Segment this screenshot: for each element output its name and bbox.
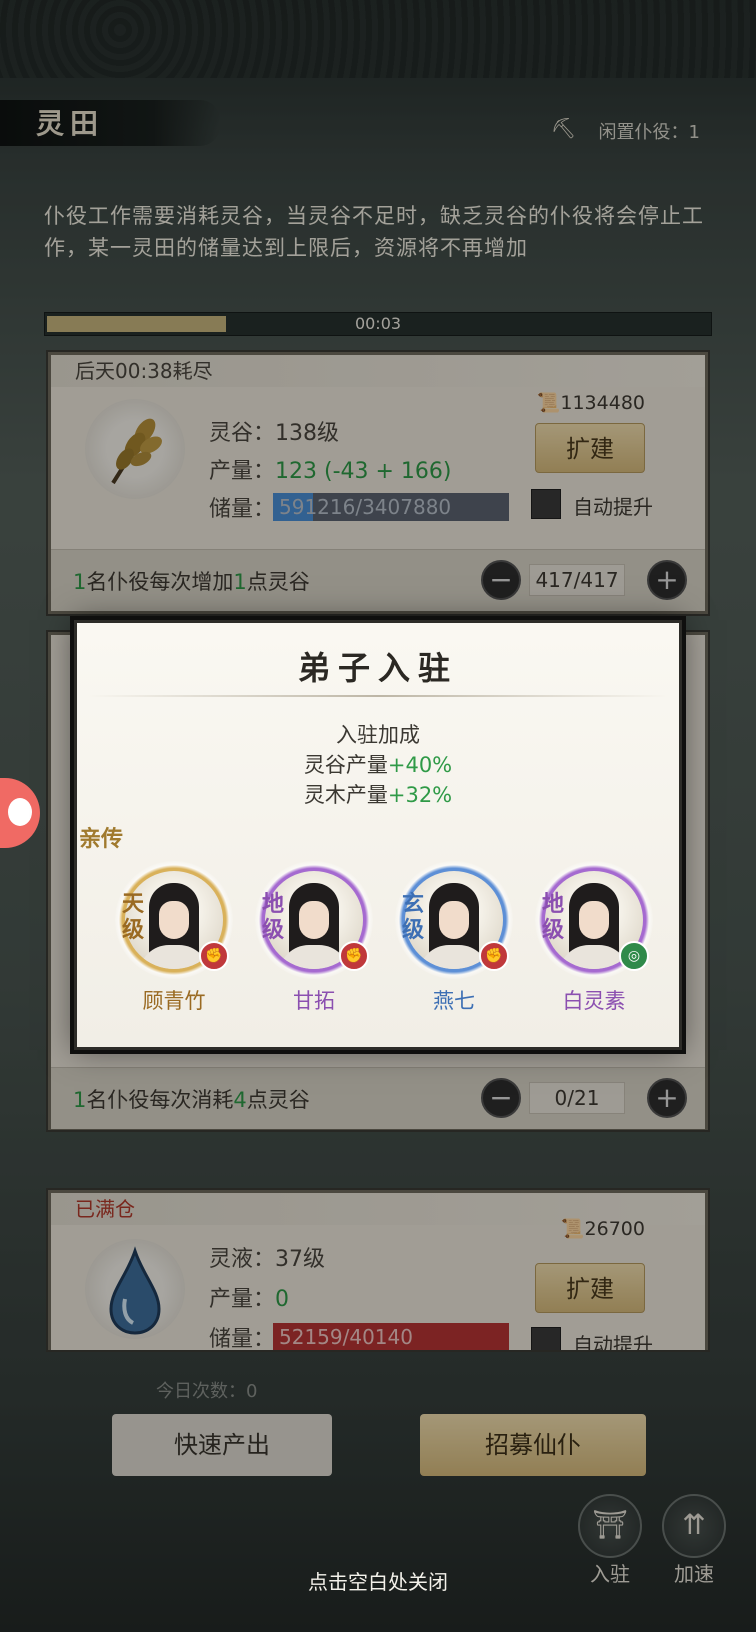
bonus-title: 入驻加成 [336, 723, 420, 747]
close-hint: 点击空白处关闭 [308, 1570, 448, 1594]
disciple-card[interactable]: 地级 ◎ 白灵素 [535, 861, 653, 1015]
grade-label: 天级 [121, 891, 144, 943]
bonus-wood: 灵木产量+32% [77, 779, 679, 809]
grade-label: 地级 [541, 891, 564, 943]
fist-icon: ✊ [199, 941, 229, 971]
grade-label: 地级 [261, 891, 284, 943]
disciple-portrait: 天级 ✊ [115, 861, 233, 979]
disciple-card[interactable]: 玄级 ✊ 燕七 [395, 861, 513, 1015]
swirl-icon: ◎ [619, 941, 649, 971]
disciple-name: 甘拓 [293, 989, 335, 1013]
disciple-name: 白灵素 [562, 989, 626, 1013]
disciple-portrait: 地级 ✊ [255, 861, 373, 979]
disciple-portrait: 地级 ◎ [535, 861, 653, 979]
bonus-grain: 灵谷产量+40% [77, 749, 679, 779]
disciple-modal: 弟子入驻 入驻加成 灵谷产量+40% 灵木产量+32% 亲传 天级 ✊ 顾青竹 … [74, 620, 682, 1050]
bonus-grain-value: +40% [387, 753, 453, 777]
fist-icon: ✊ [479, 941, 509, 971]
disciple-name: 燕七 [433, 989, 475, 1013]
disciple-name: 顾青竹 [142, 989, 206, 1013]
bonus-wood-label: 灵木产量 [303, 783, 388, 807]
modal-title: 弟子入驻 [297, 649, 458, 687]
disciple-card[interactable]: 天级 ✊ 顾青竹 [115, 861, 233, 1015]
modal-divider [87, 695, 669, 697]
bonus-grain-label: 灵谷产量 [303, 753, 388, 777]
disciple-card[interactable]: 地级 ✊ 甘拓 [255, 861, 373, 1015]
direct-disciple-tag: 亲传 [79, 826, 124, 852]
grade-label: 玄级 [401, 891, 424, 943]
fist-icon: ✊ [339, 941, 369, 971]
bonus-wood-value: +32% [387, 783, 453, 807]
gamepad-icon [8, 798, 32, 826]
disciple-portrait: 玄级 ✊ [395, 861, 513, 979]
